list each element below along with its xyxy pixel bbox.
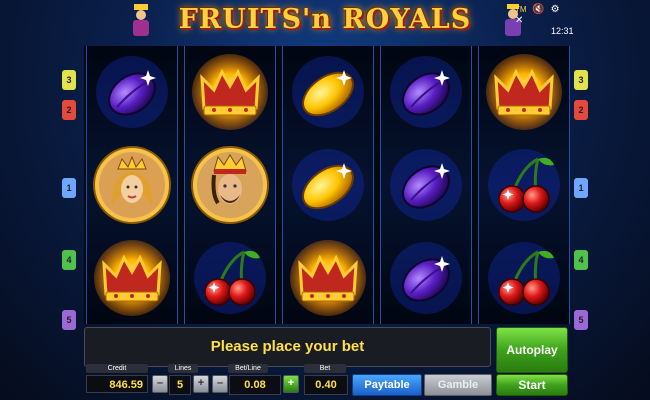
options-icon[interactable]: ⚙: [551, 4, 560, 15]
tm-mark: TM: [515, 5, 527, 14]
crown-icon: [192, 54, 268, 130]
betline-label: Bet/Line: [228, 364, 268, 373]
plum-icon: [390, 149, 462, 221]
reel-4: [380, 46, 472, 324]
lines-label: Lines: [168, 364, 198, 373]
line-indicator: 2: [62, 100, 76, 120]
reel-3: [282, 46, 374, 324]
betline-value: 0.08: [229, 375, 281, 395]
gamble-button[interactable]: Gamble: [424, 374, 492, 396]
cherry-icon: [488, 242, 560, 314]
line-indicator: 3: [574, 70, 588, 90]
symbol-king: [185, 139, 275, 231]
sound-icon[interactable]: 🔇: [532, 4, 544, 15]
symbol-crown: [479, 46, 569, 138]
line-indicator: 4: [574, 250, 588, 270]
symbol-crown: [185, 46, 275, 138]
reel-area: [84, 46, 570, 324]
king-icon: [191, 146, 269, 224]
lines-plus-button[interactable]: +: [193, 375, 209, 393]
lines-value: 5: [169, 375, 191, 395]
clock: 12:31: [551, 26, 574, 36]
paytable-button[interactable]: Paytable: [352, 374, 422, 396]
symbol-cherry: [185, 232, 275, 324]
crown-icon: [290, 240, 366, 316]
cherry-icon: [488, 149, 560, 221]
close-icon[interactable]: ✕: [515, 15, 523, 26]
autoplay-button[interactable]: Autoplay: [496, 327, 568, 373]
plum-icon: [96, 56, 168, 128]
symbol-plum: [381, 232, 471, 324]
crown-icon: [94, 240, 170, 316]
message-panel: Please place your bet: [84, 327, 491, 367]
credit-value: 846.59: [86, 375, 148, 393]
symbol-plum: [87, 46, 177, 138]
lemon-icon: [292, 56, 364, 128]
credit-label: Credit: [86, 364, 148, 373]
symbol-cherry: [479, 139, 569, 231]
line-indicator: 1: [62, 178, 76, 198]
symbol-crown: [283, 232, 373, 324]
plum-icon: [390, 242, 462, 314]
symbol-cherry: [479, 232, 569, 324]
betline-plus-button[interactable]: +: [283, 375, 299, 393]
title-bar: FRUITS'n ROYALS: [90, 0, 560, 42]
lines-minus-button[interactable]: –: [152, 375, 168, 393]
betline-minus-button[interactable]: –: [212, 375, 228, 393]
line-indicator: 5: [574, 310, 588, 330]
woman-icon: [93, 146, 171, 224]
status-message: Please place your bet: [210, 338, 365, 355]
line-indicator: 2: [574, 100, 588, 120]
reel-5: [478, 46, 570, 324]
bet-label: Bet: [304, 364, 346, 373]
system-icons: TM 🔇 ⚙ ✕: [515, 4, 575, 26]
crown-icon: [486, 54, 562, 130]
bet-value: 0.40: [304, 375, 348, 395]
start-button[interactable]: Start: [496, 374, 568, 396]
reel-2: [184, 46, 276, 324]
symbol-plum: [381, 46, 471, 138]
symbol-crown: [87, 232, 177, 324]
symbol-lemon: [283, 46, 373, 138]
reel-1: [86, 46, 178, 324]
game-screen: FRUITS'n ROYALS TM 🔇 ⚙ ✕ 12:31 3 2 1 4 5 3 2 1…: [0, 0, 650, 400]
line-indicator: 3: [62, 70, 76, 90]
plum-icon: [390, 56, 462, 128]
game-title: FRUITS'n ROYALS: [178, 4, 472, 35]
lemon-icon: [292, 149, 364, 221]
cherry-icon: [194, 242, 266, 314]
line-indicators-right: 3 2 1 4 5: [574, 60, 588, 330]
line-indicator: 1: [574, 178, 588, 198]
line-indicator: 4: [62, 250, 76, 270]
symbol-woman: [87, 139, 177, 231]
symbol-lemon: [283, 139, 373, 231]
symbol-plum: [381, 139, 471, 231]
line-indicators-left: 3 2 1 4 5: [62, 60, 76, 330]
line-indicator: 5: [62, 310, 76, 330]
